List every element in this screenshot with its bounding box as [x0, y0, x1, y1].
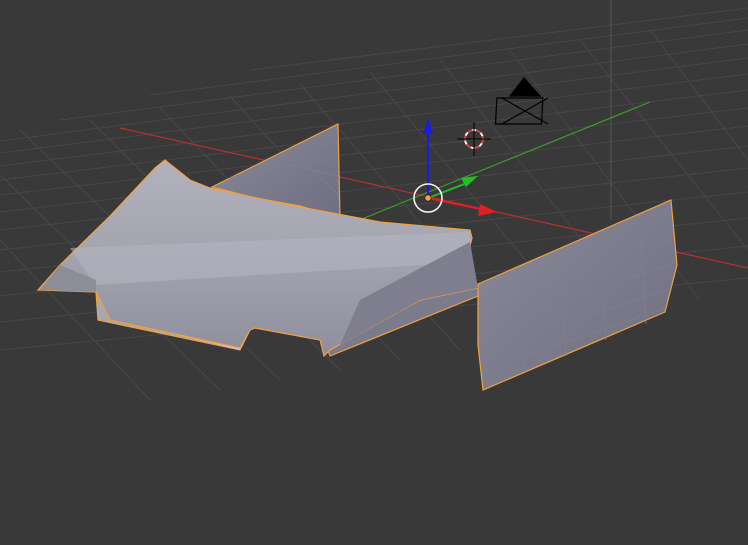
3d-viewport[interactable]: [0, 0, 748, 545]
3d-cursor-crosshair-icon[interactable]: [457, 122, 491, 156]
side-panel-right[interactable]: [477, 199, 678, 391]
object-origin-dot: [424, 194, 432, 202]
gizmo-z-arrow-icon[interactable]: [423, 118, 433, 134]
grid-floor: [0, 7, 748, 401]
translate-gizmo[interactable]: [413, 118, 497, 216]
viewport-canvas[interactable]: [0, 0, 748, 545]
